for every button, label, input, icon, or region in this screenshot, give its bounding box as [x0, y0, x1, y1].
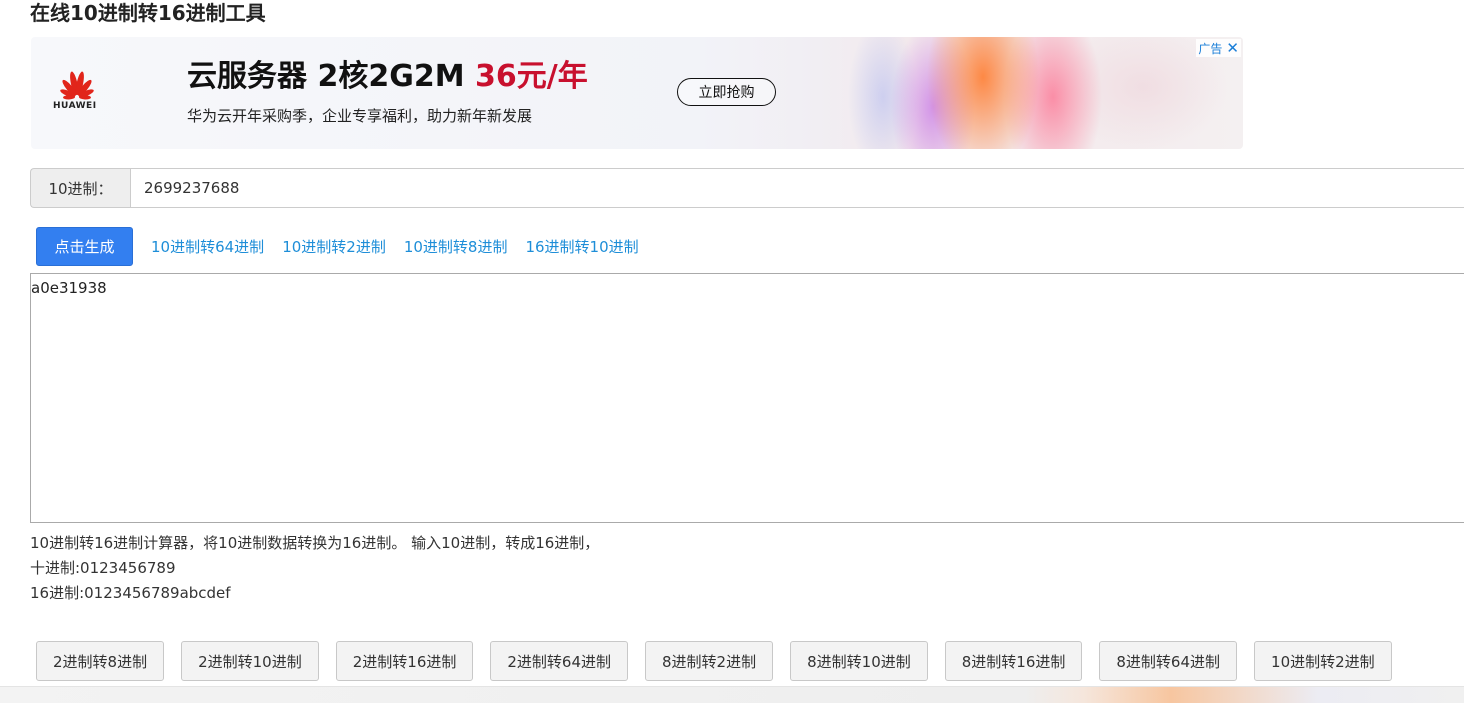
conversion-button[interactable]: 2进制转16进制 [335, 641, 474, 681]
link-hex-to-dec[interactable]: 16进制转10进制 [525, 236, 638, 257]
bottom-ad-strip [0, 686, 1464, 703]
close-icon[interactable]: ✕ [1226, 40, 1239, 56]
ad-brand: HUAWEI [53, 101, 97, 111]
link-dec-to-oct[interactable]: 10进制转8进制 [404, 236, 508, 257]
ad-label: 广告 [1198, 41, 1223, 56]
decimal-input-group: 10进制： [30, 168, 1464, 208]
ad-decoration [823, 37, 1243, 149]
conversion-button[interactable]: 2进制转64进制 [490, 641, 629, 681]
conversion-button[interactable]: 2进制转10进制 [181, 641, 319, 681]
conversion-button[interactable]: 8进制转64进制 [1099, 641, 1238, 681]
ad-subline: 华为云开年采购季，企业专享福利，助力新年新发展 [187, 107, 533, 125]
link-dec-to-bin[interactable]: 10进制转2进制 [282, 236, 386, 257]
conversion-button[interactable]: 10进制转2进制 [1254, 641, 1392, 681]
ad-banner[interactable]: HUAWEI 云服务器 2核2G2M 36元/年 华为云开年采购季，企业专享福利… [31, 37, 1243, 149]
decimal-input-label: 10进制： [30, 168, 130, 208]
result-output[interactable]: a0e31938 [30, 273, 1464, 523]
ad-headline-price: 36元/年 [475, 59, 588, 94]
conversion-button[interactable]: 8进制转10进制 [790, 641, 928, 681]
ad-badge: 广告 ✕ [1196, 39, 1241, 57]
ad-headline: 云服务器 2核2G2M 36元/年 [187, 59, 588, 95]
page-title: 在线10进制转16进制工具 [30, 1, 266, 25]
conversion-buttons: 2进制转8进制 2进制转10进制 2进制转16进制 2进制转64进制 8进制转2… [36, 641, 1409, 681]
description-line: 十进制:0123456789 [30, 559, 176, 577]
decimal-input[interactable] [130, 168, 1464, 208]
generate-button[interactable]: 点击生成 [36, 227, 133, 266]
description-line: 16进制:0123456789abcdef [30, 584, 231, 602]
conversion-button[interactable]: 8进制转2进制 [645, 641, 774, 681]
action-row: 点击生成 10进制转64进制 10进制转2进制 10进制转8进制 16进制转10… [36, 227, 657, 266]
conversion-button[interactable]: 2进制转8进制 [36, 641, 165, 681]
description-line: 10进制转16进制计算器，将10进制数据转换为16进制。 输入10进制，转成16… [30, 534, 600, 552]
link-dec-to-base64[interactable]: 10进制转64进制 [151, 236, 264, 257]
description: 10进制转16进制计算器，将10进制数据转换为16进制。 输入10进制，转成16… [30, 531, 599, 606]
conversion-button[interactable]: 8进制转16进制 [944, 641, 1083, 681]
ad-headline-main: 云服务器 2核2G2M [187, 59, 475, 94]
ad-cta-button[interactable]: 立即抢购 [677, 78, 776, 106]
